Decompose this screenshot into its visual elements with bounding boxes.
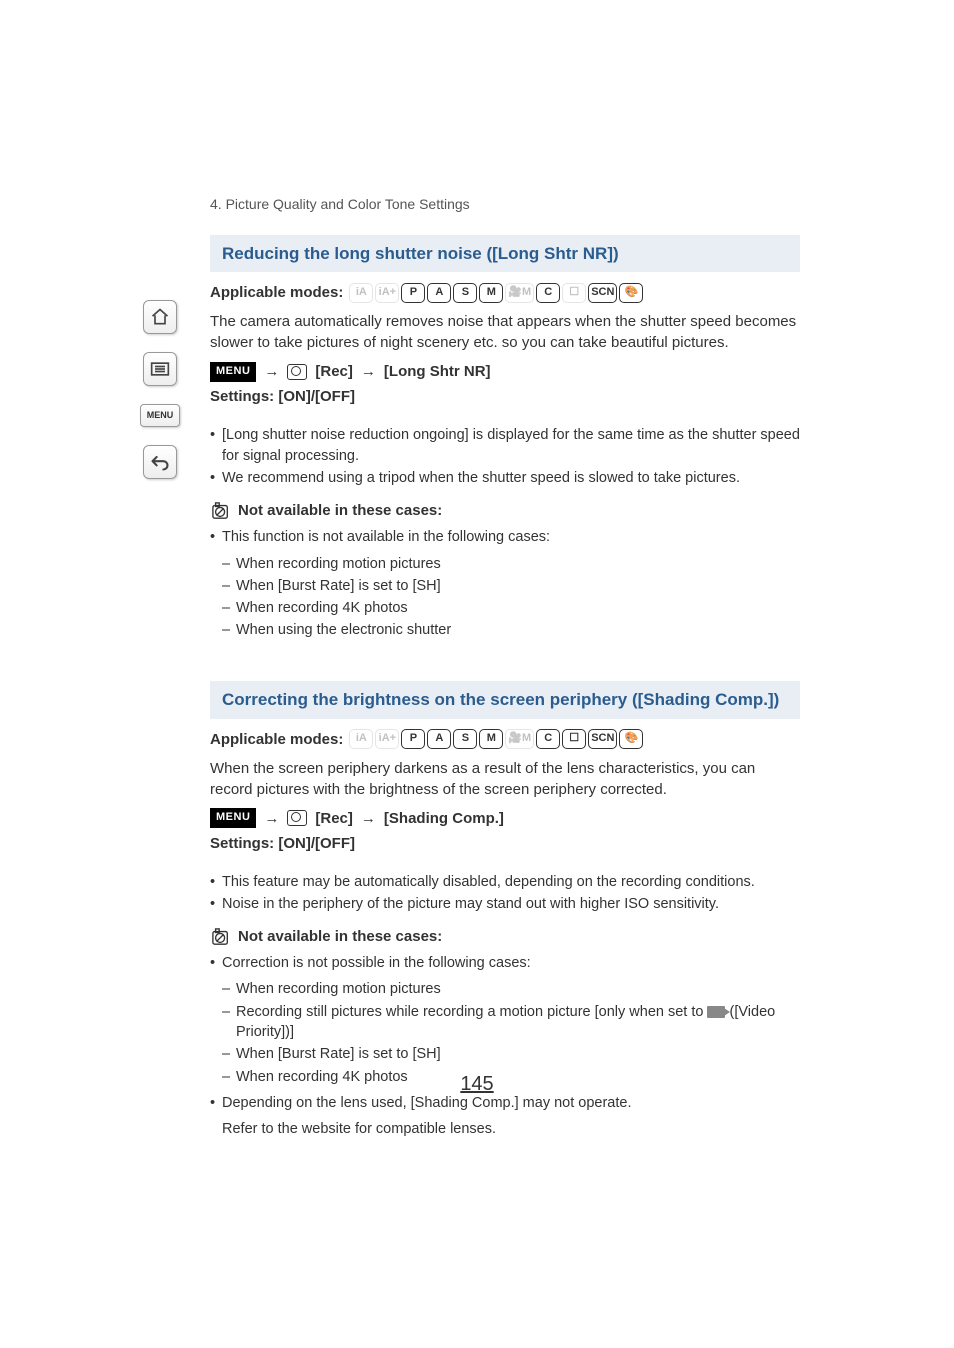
section-title-shading-comp: Correcting the brightness on the screen …	[210, 681, 800, 719]
na-item: When recording 4K photos	[222, 598, 800, 618]
menu-path: MENU → [Rec] → [Long Shtr NR]	[210, 361, 800, 382]
chapter-heading: 4. Picture Quality and Color Tone Settin…	[210, 195, 800, 215]
menu-rec-label: [Rec]	[315, 808, 353, 829]
na-items-list: When recording motion picturesWhen [Burs…	[210, 554, 800, 641]
mode-badge: A	[427, 729, 451, 749]
mode-badge: ☐	[562, 283, 586, 303]
mode-badge: SCN	[588, 729, 617, 749]
section-body: When the screen periphery darkens as a r…	[210, 758, 800, 800]
arrow-icon: →	[361, 808, 376, 829]
arrow-icon: →	[361, 361, 376, 382]
notes-list: [Long shutter noise reduction ongoing] i…	[210, 425, 800, 488]
mode-badge: iA	[349, 729, 373, 749]
mode-badge: S	[453, 729, 477, 749]
settings-label: Settings: [ON]/[OFF]	[210, 386, 800, 407]
applicable-modes-row: Applicable modes: iAiA+PASM🎥MC☐SCN🎨	[210, 729, 800, 750]
note-item: This feature may be automatically disabl…	[210, 872, 800, 892]
note-item: We recommend using a tripod when the shu…	[210, 468, 800, 488]
menu-nav-icon[interactable]: MENU	[140, 404, 180, 427]
mode-badge: A	[427, 283, 451, 303]
mode-badge: iA+	[375, 283, 399, 303]
arrow-icon: →	[264, 361, 279, 382]
contents-icon[interactable]	[143, 352, 177, 386]
page-number[interactable]: 145	[0, 1070, 954, 1098]
mode-badge: P	[401, 729, 425, 749]
applicable-modes-row: Applicable modes: iAiA+PASM🎥MC☐SCN🎨	[210, 282, 800, 303]
not-available-title: Not available in these cases:	[238, 926, 442, 947]
camera-icon	[287, 810, 307, 826]
mode-badge: C	[536, 729, 560, 749]
mode-badge: 🎨	[619, 283, 643, 303]
note-item: Noise in the periphery of the picture ma…	[210, 894, 800, 914]
menu-rec-label: [Rec]	[315, 361, 353, 382]
not-available-icon	[210, 502, 230, 520]
mode-badge: M	[479, 729, 503, 749]
mode-badge: SCN	[588, 283, 617, 303]
section-title-long-shtr-nr: Reducing the long shutter noise ([Long S…	[210, 235, 800, 273]
applicable-modes-label: Applicable modes:	[210, 729, 343, 750]
section-body: The camera automatically removes noise t…	[210, 311, 800, 353]
na-lead: Correction is not possible in the follow…	[210, 953, 800, 973]
na-lead: This function is not available in the fo…	[210, 527, 800, 547]
back-icon[interactable]	[143, 445, 177, 479]
mode-badge: P	[401, 283, 425, 303]
na-item: Recording still pictures while recording…	[222, 1002, 800, 1043]
not-available-title: Not available in these cases:	[238, 500, 442, 521]
na-lead-list: Correction is not possible in the follow…	[210, 953, 800, 973]
na-lead-list: This function is not available in the fo…	[210, 527, 800, 547]
mode-badge: 🎥M	[505, 283, 534, 303]
menu-path: MENU → [Rec] → [Shading Comp.]	[210, 808, 800, 829]
arrow-icon: →	[264, 808, 279, 829]
mode-badge: C	[536, 283, 560, 303]
mode-badge: ☐	[562, 729, 586, 749]
not-available-header: Not available in these cases:	[210, 926, 800, 947]
na-item: When recording motion pictures	[222, 554, 800, 574]
na-item: When [Burst Rate] is set to [SH]	[222, 576, 800, 596]
sidebar-nav: MENU	[140, 300, 180, 497]
menu-item-label: [Long Shtr NR]	[384, 361, 491, 382]
na-item: When recording motion pictures	[222, 979, 800, 999]
na-trailing-extra: Refer to the website for compatible lens…	[210, 1119, 800, 1139]
mode-badge: iA+	[375, 729, 399, 749]
mode-badge: S	[453, 283, 477, 303]
note-item: [Long shutter noise reduction ongoing] i…	[210, 425, 800, 466]
mode-badge: iA	[349, 283, 373, 303]
home-icon[interactable]	[143, 300, 177, 334]
applicable-modes-label: Applicable modes:	[210, 282, 343, 303]
video-priority-icon	[707, 1006, 725, 1018]
not-available-icon	[210, 928, 230, 946]
mode-badge: 🎥M	[505, 729, 534, 749]
notes-list: This feature may be automatically disabl…	[210, 872, 800, 915]
camera-icon	[287, 364, 307, 380]
na-item: When using the electronic shutter	[222, 620, 800, 640]
mode-badge: 🎨	[619, 729, 643, 749]
menu-badge-icon: MENU	[210, 808, 256, 827]
mode-badge: M	[479, 283, 503, 303]
not-available-header: Not available in these cases:	[210, 500, 800, 521]
settings-label: Settings: [ON]/[OFF]	[210, 833, 800, 854]
menu-item-label: [Shading Comp.]	[384, 808, 504, 829]
na-item: When [Burst Rate] is set to [SH]	[222, 1044, 800, 1064]
menu-badge-icon: MENU	[210, 362, 256, 381]
